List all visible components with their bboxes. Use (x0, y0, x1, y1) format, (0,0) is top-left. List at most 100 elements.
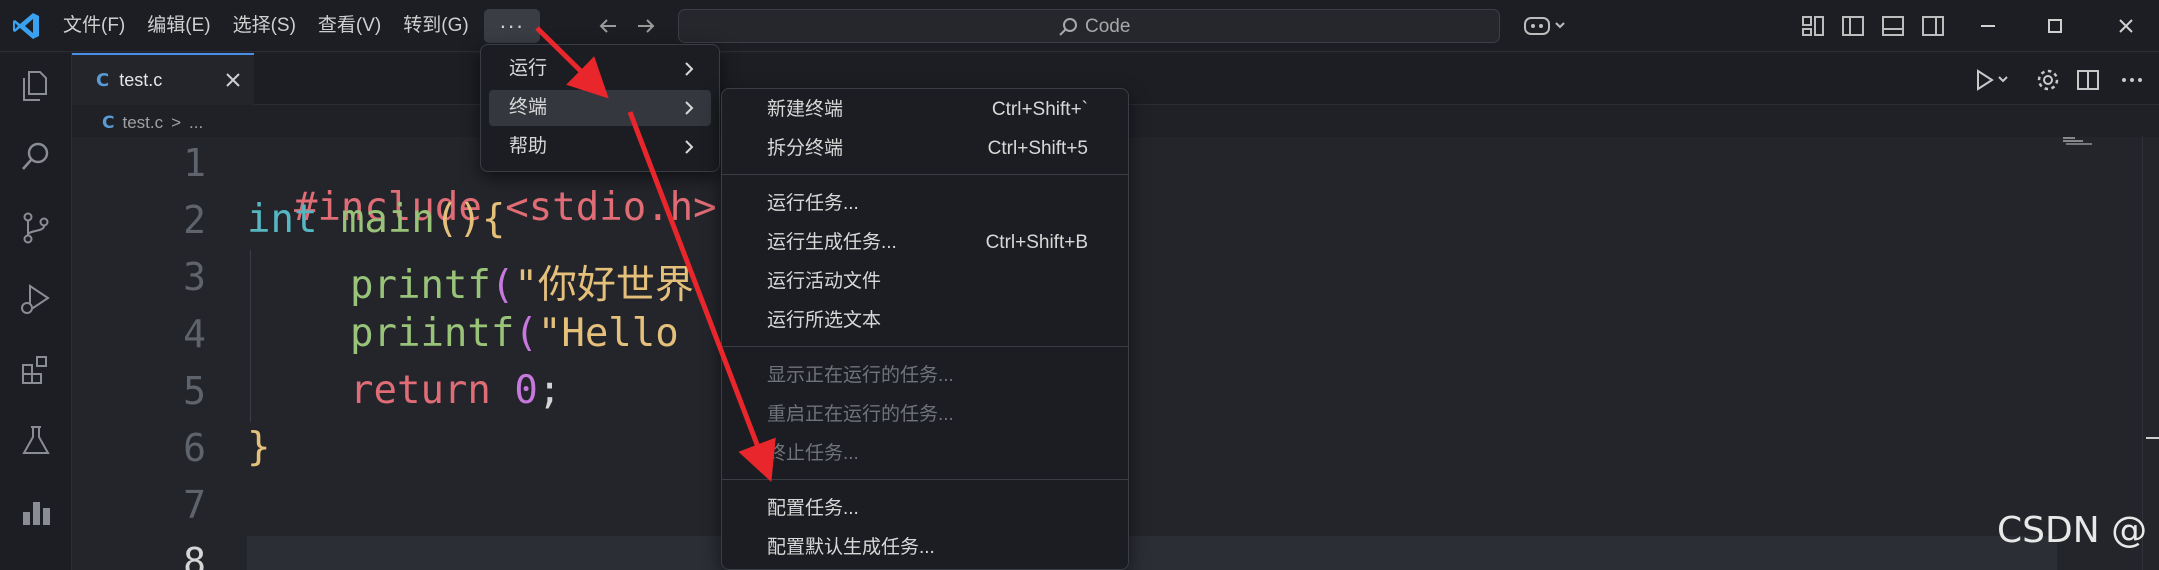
code-line-4: priintf("Hello (350, 311, 679, 356)
scrollbar-track[interactable] (2142, 136, 2143, 570)
menu-item-shortcut: Ctrl+Shift+B (985, 232, 1088, 253)
menu-item-label: 终止任务... (767, 443, 859, 464)
menu-edit[interactable]: 编辑(E) (136, 9, 221, 43)
menu-item-help[interactable]: 帮助 (489, 129, 711, 165)
menu-separator (722, 479, 1128, 480)
chevron-right-icon (685, 101, 694, 115)
line-number: 7 (183, 483, 206, 527)
menu-item-split-terminal[interactable]: 拆分终端 Ctrl+Shift+5 (722, 131, 1128, 167)
c-language-icon: C (96, 69, 110, 91)
code-token: priintf (350, 311, 515, 356)
menu-item-shortcut: Ctrl+Shift+` (991, 99, 1088, 120)
menu-item-label: 显示正在运行的任务... (767, 365, 954, 386)
more-actions-icon[interactable] (2118, 66, 2146, 94)
terminal-submenu: 新建终端 Ctrl+Shift+` 拆分终端 Ctrl+Shift+5 运行任务… (721, 88, 1129, 570)
code-token: ( (490, 263, 515, 308)
c-language-icon: C (102, 113, 115, 133)
menu-selection[interactable]: 选择(S) (222, 9, 307, 43)
maximize-icon[interactable] (2041, 12, 2069, 40)
line-number: 4 (183, 312, 206, 356)
code-token: "Hello (537, 311, 679, 356)
menu-item-run-active-file[interactable]: 运行活动文件 (722, 264, 1128, 300)
menu-item-configure-default-build-task[interactable]: 配置默认生成任务... (722, 530, 1128, 566)
customize-layout-icon[interactable] (1800, 12, 1826, 40)
menu-item-new-terminal[interactable]: 新建终端 Ctrl+Shift+` (722, 92, 1128, 128)
code-line-2: int main(){ (247, 197, 505, 242)
run-debug-icon[interactable] (18, 281, 54, 317)
code-token: printf (350, 263, 491, 308)
menu-view[interactable]: 查看(V) (307, 9, 392, 43)
menu-item-label: 运行生成任务... (767, 232, 897, 253)
close-window-icon[interactable] (2112, 12, 2140, 40)
breadcrumb: C test.c > ... (102, 110, 203, 136)
code-token: int (247, 197, 318, 242)
line-number: 1 (183, 141, 206, 185)
split-editor-icon[interactable] (2074, 66, 2102, 94)
menu-item-configure-tasks[interactable]: 配置任务... (722, 491, 1128, 527)
forward-arrow-icon[interactable] (632, 12, 660, 40)
extensions-icon[interactable] (18, 352, 54, 388)
menu-item-label: 运行 (509, 58, 548, 79)
menu-item-run-build-task[interactable]: 运行生成任务... Ctrl+Shift+B (722, 225, 1128, 261)
code-token: ; (537, 368, 562, 413)
copilot-icon[interactable] (1522, 12, 1570, 40)
minimap[interactable] (2063, 136, 2093, 148)
run-icon[interactable] (1972, 66, 2016, 94)
code-line-6: } (247, 425, 270, 470)
code-token: main (340, 197, 435, 242)
menu-item-label: 拆分终端 (767, 138, 844, 159)
command-center[interactable]: Code (678, 9, 1500, 43)
menu-separator (722, 174, 1128, 175)
tab-test-c[interactable]: C test.c (72, 53, 254, 105)
breadcrumb-symbol[interactable]: ... (189, 113, 203, 133)
menu-item-label: 运行活动文件 (767, 271, 882, 292)
chart-icon[interactable] (18, 494, 54, 530)
testing-icon[interactable] (18, 423, 54, 459)
vscode-logo-icon (13, 13, 39, 39)
code-line-5: return 0; (350, 368, 561, 413)
toggle-secondary-sidebar-icon[interactable] (1920, 12, 1946, 40)
close-tab-icon[interactable] (222, 69, 244, 91)
explorer-icon[interactable] (18, 68, 54, 104)
breadcrumb-separator: > (171, 113, 182, 132)
indent-guide (250, 250, 251, 422)
menu-item-label: 运行任务... (767, 193, 859, 214)
title-bar: 文件(F) 编辑(E) 选择(S) 查看(V) 转到(G) ··· Code (0, 0, 2159, 52)
tab-label: test.c (119, 69, 163, 90)
settings-icon[interactable] (2034, 66, 2062, 94)
menu-goto[interactable]: 转到(G) (392, 9, 479, 43)
back-arrow-icon[interactable] (594, 12, 622, 40)
menu-file[interactable]: 文件(F) (52, 9, 136, 43)
line-number: 6 (183, 426, 206, 470)
line-number: 2 (183, 198, 206, 242)
line-number: 3 (183, 255, 206, 299)
menu-item-show-running-tasks: 显示正在运行的任务... (722, 358, 1128, 394)
menu-item-label: 配置任务... (767, 498, 859, 519)
minimize-icon[interactable] (1974, 12, 2002, 40)
menu-bar: 文件(F) 编辑(E) 选择(S) 查看(V) 转到(G) ··· (52, 0, 540, 52)
menu-item-label: 终端 (509, 97, 548, 118)
source-control-icon[interactable] (18, 210, 54, 246)
menu-item-run-task[interactable]: 运行任务... (722, 186, 1128, 222)
scrollbar-marker (2146, 437, 2159, 439)
code-token: ( (514, 311, 538, 356)
menu-item-label: 配置默认生成任务... (767, 537, 935, 558)
search-icon (1059, 18, 1077, 36)
breadcrumb-file[interactable]: test.c (122, 113, 163, 133)
line-number: 5 (183, 369, 206, 413)
code-token: (){ (434, 197, 506, 242)
chevron-right-icon (685, 62, 694, 76)
code-token: "你好世界 (514, 263, 694, 308)
menu-item-label: 运行所选文本 (767, 310, 882, 331)
more-menu-button[interactable]: ··· (483, 9, 540, 43)
toggle-panel-icon[interactable] (1880, 12, 1906, 40)
menu-item-run-selected-text[interactable]: 运行所选文本 (722, 303, 1128, 339)
search-icon[interactable] (18, 139, 54, 175)
menu-item-terminal[interactable]: 终端 (489, 90, 711, 126)
line-number-current: 8 (183, 540, 206, 570)
toggle-sidebar-icon[interactable] (1840, 12, 1866, 40)
menu-item-label: 帮助 (509, 136, 548, 157)
code-token: } (247, 425, 271, 470)
menu-item-restart-running-task: 重启正在运行的任务... (722, 397, 1128, 433)
menu-item-run[interactable]: 运行 (489, 51, 711, 87)
